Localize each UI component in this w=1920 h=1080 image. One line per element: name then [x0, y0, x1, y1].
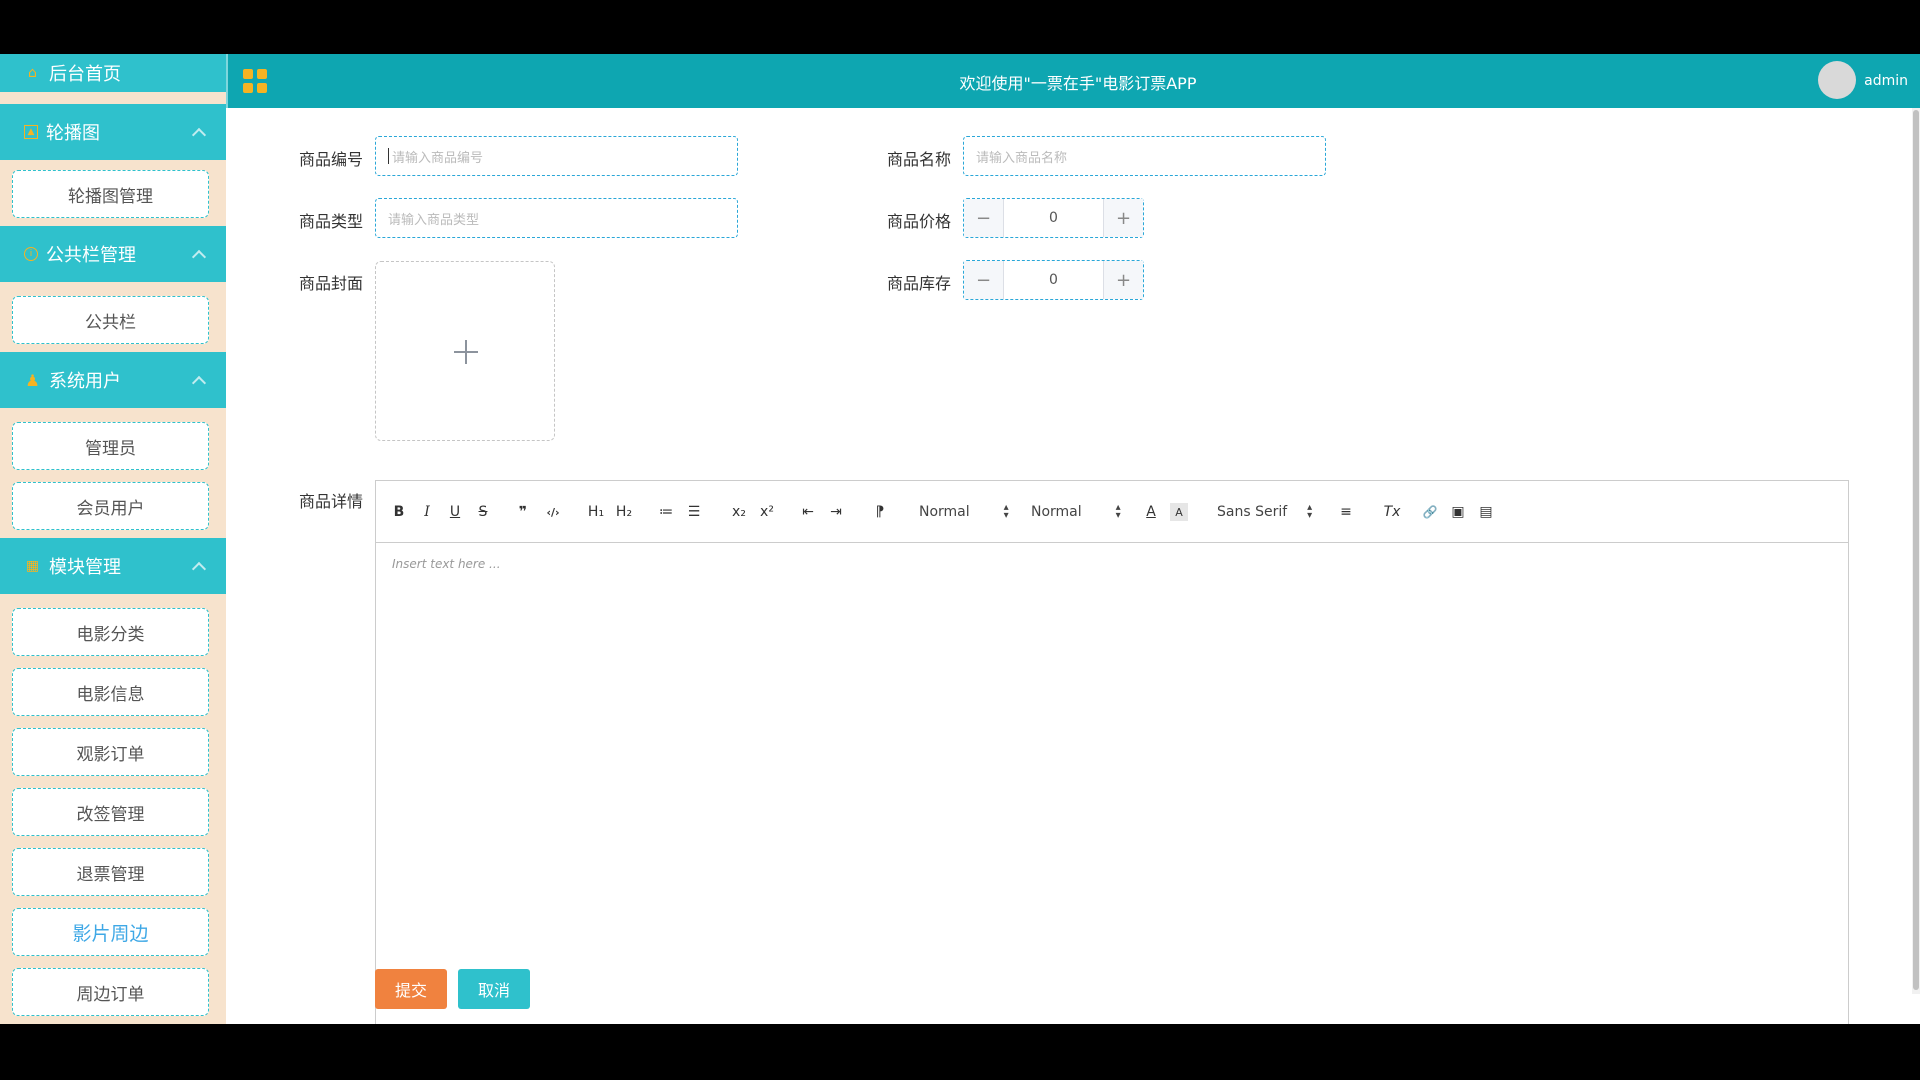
rich-text-editor: B I U S ❞ ‹/› H₁ H₂ ≔ ☰ x₂ x² ⇤ ⇥ ⁋ Norm…	[375, 480, 1849, 1024]
grid-icon: ▦	[25, 558, 40, 574]
sidebar: ⌂ 后台首页 ▲ 轮播图 轮播图管理 i 公共栏管理 公共栏 ♟ 系统用户 管理…	[0, 54, 226, 1024]
underline-button[interactable]: U	[446, 503, 464, 521]
sidebar-group-label: 模块管理	[49, 557, 121, 578]
cover-label: 商品封面	[298, 274, 363, 293]
stock-decrement-button[interactable]: −	[964, 261, 1004, 299]
chevron-up-icon	[191, 561, 207, 577]
code-placeholder: 请输入商品编号	[392, 150, 484, 166]
stock-stepper: − 0 +	[963, 260, 1144, 300]
submit-button[interactable]: 提交	[375, 969, 447, 1009]
text-color-button[interactable]: A	[1142, 503, 1160, 521]
stock-value[interactable]: 0	[1004, 261, 1103, 299]
price-decrement-button[interactable]: −	[964, 199, 1004, 237]
code-block-button[interactable]: ‹/›	[542, 503, 564, 521]
sidebar-group-label: 轮播图	[46, 123, 100, 144]
sidebar-item-merch-orders[interactable]: 周边订单	[12, 968, 209, 1016]
name-label: 商品名称	[886, 150, 951, 169]
link-button[interactable]: 🔗	[1421, 503, 1439, 521]
sidebar-item-carousel-manage[interactable]: 轮播图管理	[12, 170, 209, 218]
scrollbar[interactable]	[1912, 108, 1920, 994]
chevron-up-icon	[191, 249, 207, 265]
name-input[interactable]: 请输入商品名称	[963, 136, 1326, 176]
sidebar-item-merchandise[interactable]: 影片周边	[12, 908, 209, 956]
sidebar-item-members[interactable]: 会员用户	[12, 482, 209, 530]
select-arrows-icon: ▴ ▾	[1307, 502, 1313, 521]
font-select[interactable]: Sans Serif ▴ ▾	[1217, 503, 1312, 521]
sidebar-group-bulletin[interactable]: i 公共栏管理	[0, 226, 226, 282]
price-increment-button[interactable]: +	[1103, 199, 1143, 237]
sidebar-group-carousel[interactable]: ▲ 轮播图	[0, 104, 226, 160]
avatar[interactable]	[1818, 61, 1856, 99]
sidebar-item-refunds[interactable]: 退票管理	[12, 848, 209, 896]
type-placeholder: 请输入商品类型	[388, 212, 480, 228]
outdent-button[interactable]: ⇤	[799, 503, 817, 521]
price-stepper: − 0 +	[963, 198, 1144, 238]
sidebar-item-admins[interactable]: 管理员	[12, 422, 209, 470]
app-window: ⌂ 后台首页 ▲ 轮播图 轮播图管理 i 公共栏管理 公共栏 ♟ 系统用户 管理…	[0, 54, 1920, 1024]
bold-button[interactable]: B	[390, 503, 408, 521]
scrollbar-thumb[interactable]	[1913, 110, 1919, 990]
bullet-list-button[interactable]: ☰	[685, 503, 703, 521]
direction-button[interactable]: ⁋	[871, 503, 889, 521]
sidebar-group-modules[interactable]: ▦ 模块管理	[0, 538, 226, 594]
code-label: 商品编号	[298, 150, 363, 169]
ordered-list-button[interactable]: ≔	[657, 503, 675, 521]
h1-button[interactable]: H₁	[585, 503, 607, 521]
home-icon: ⌂	[28, 65, 37, 81]
cover-uploader[interactable]	[375, 261, 555, 441]
font-select-value: Sans Serif	[1217, 504, 1288, 520]
subscript-button[interactable]: x₂	[728, 503, 750, 521]
header-select-value: Normal	[1031, 504, 1082, 520]
background-color-button[interactable]: A	[1170, 503, 1188, 521]
select-arrows-icon: ▴ ▾	[1003, 502, 1009, 521]
editor-toolbar: B I U S ❞ ‹/› H₁ H₂ ≔ ☰ x₂ x² ⇤ ⇥ ⁋ Norm…	[376, 481, 1848, 543]
type-label: 商品类型	[298, 212, 363, 231]
select-arrows-icon: ▴ ▾	[1115, 502, 1121, 521]
sidebar-item-bulletin[interactable]: 公共栏	[12, 296, 209, 344]
info-icon: i	[24, 247, 38, 261]
sidebar-item-movie-category[interactable]: 电影分类	[12, 608, 209, 656]
video-button[interactable]: ▤	[1477, 503, 1495, 521]
sidebar-item-rebooking[interactable]: 改签管理	[12, 788, 209, 836]
image-icon: ▲	[24, 125, 38, 139]
italic-button[interactable]: I	[418, 503, 436, 521]
app-title: 欢迎使用"一票在手"电影订票APP	[959, 74, 1197, 93]
name-placeholder: 请输入商品名称	[976, 150, 1068, 166]
sidebar-item-movie-info[interactable]: 电影信息	[12, 668, 209, 716]
sidebar-group-label: 系统用户	[49, 371, 121, 392]
editor-content-area[interactable]: Insert text here ...	[392, 557, 501, 571]
sidebar-group-users[interactable]: ♟ 系统用户	[0, 352, 226, 408]
superscript-button[interactable]: x²	[756, 503, 778, 521]
sidebar-group-label: 公共栏管理	[46, 245, 136, 266]
price-label: 商品价格	[886, 212, 951, 231]
user-icon: ♟	[25, 370, 40, 390]
chevron-up-icon	[191, 375, 207, 391]
align-button[interactable]: ≡	[1337, 503, 1355, 521]
code-input[interactable]: 请输入商品编号	[375, 136, 738, 176]
cancel-button[interactable]: 取消	[458, 969, 530, 1009]
sidebar-home[interactable]: ⌂ 后台首页	[0, 54, 226, 92]
plus-icon	[465, 340, 467, 364]
stock-increment-button[interactable]: +	[1103, 261, 1143, 299]
image-button[interactable]: ▣	[1449, 503, 1467, 521]
type-input[interactable]: 请输入商品类型	[375, 198, 738, 238]
chevron-up-icon	[191, 127, 207, 143]
user-name[interactable]: admin	[1864, 73, 1908, 89]
stock-label: 商品库存	[886, 274, 951, 293]
size-select-value: Normal	[919, 504, 970, 520]
sidebar-home-label: 后台首页	[49, 64, 121, 85]
h2-button[interactable]: H₂	[613, 503, 635, 521]
quote-button[interactable]: ❞	[514, 503, 532, 521]
text-caret	[388, 148, 389, 164]
strike-button[interactable]: S	[474, 503, 492, 521]
indent-button[interactable]: ⇥	[827, 503, 845, 521]
header-select[interactable]: Normal ▴ ▾	[1031, 503, 1121, 521]
price-value[interactable]: 0	[1004, 199, 1103, 237]
clean-format-button[interactable]: Tx	[1381, 503, 1403, 521]
top-bar: 欢迎使用"一票在手"电影订票APP admin	[226, 54, 1920, 108]
size-select[interactable]: Normal ▴ ▾	[919, 503, 1009, 521]
detail-label: 商品详情	[298, 492, 363, 511]
sidebar-item-viewing-orders[interactable]: 观影订单	[12, 728, 209, 776]
